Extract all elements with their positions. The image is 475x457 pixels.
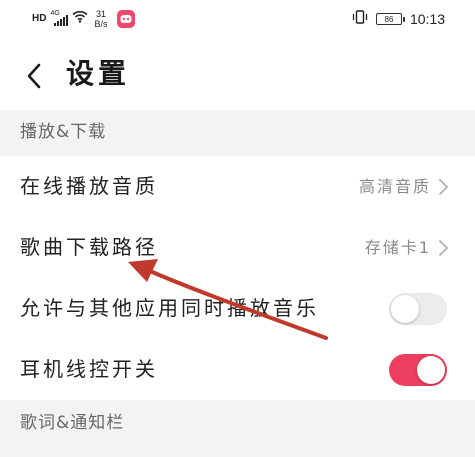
row-label: 歌曲下载路径 [20, 235, 158, 259]
toggle-knob [417, 356, 445, 384]
settings-screen: HD 4G 31 B/s 86 10:13 设置 播放&下载 在线播放音质 高清… [0, 0, 475, 457]
headset-control-toggle[interactable] [389, 354, 447, 386]
row-label: 允许与其他应用同时播放音乐 [20, 296, 319, 320]
hd-indicator: HD [32, 13, 47, 24]
clock: 10:13 [409, 11, 445, 27]
wifi-icon [72, 10, 89, 28]
network-speed: 31 B/s [94, 9, 107, 29]
back-button[interactable] [14, 56, 54, 96]
section-header-playback-download: 播放&下载 [0, 110, 475, 156]
chevron-right-icon [439, 240, 448, 256]
back-arrow-icon [27, 63, 41, 89]
title-bar: 设置 [0, 38, 475, 110]
app-notification-icon [117, 10, 136, 28]
row-song-download-path[interactable]: 歌曲下载路径 存储卡1 [0, 217, 475, 278]
mix-playback-toggle[interactable] [389, 293, 447, 325]
row-value: 存储卡1 [364, 238, 431, 257]
toggle-knob [391, 295, 419, 323]
network-speed-unit: B/s [94, 19, 108, 29]
status-bar-left: HD 4G 31 B/s [32, 8, 136, 30]
row-label: 在线播放音质 [20, 174, 158, 198]
status-bar: HD 4G 31 B/s 86 10:13 [0, 0, 475, 38]
row-label: 耳机线控开关 [20, 357, 158, 381]
status-bar-right: 86 10:13 [352, 8, 445, 30]
battery-icon: 86 [375, 13, 405, 25]
row-headset-control: 耳机线控开关 [0, 339, 475, 400]
row-allow-mix-playback: 允许与其他应用同时播放音乐 [0, 278, 475, 339]
row-online-playback-quality[interactable]: 在线播放音质 高清音质 [0, 156, 475, 217]
network-speed-value: 31 [95, 9, 106, 19]
cellular-signal-icon: 4G [50, 10, 69, 28]
section-header-lyrics-notification: 歌词&通知栏 [0, 400, 475, 457]
page-title: 设置 [66, 57, 131, 90]
row-value: 高清音质 [358, 177, 431, 196]
vibrate-icon [352, 9, 368, 29]
chevron-right-icon [439, 179, 448, 195]
